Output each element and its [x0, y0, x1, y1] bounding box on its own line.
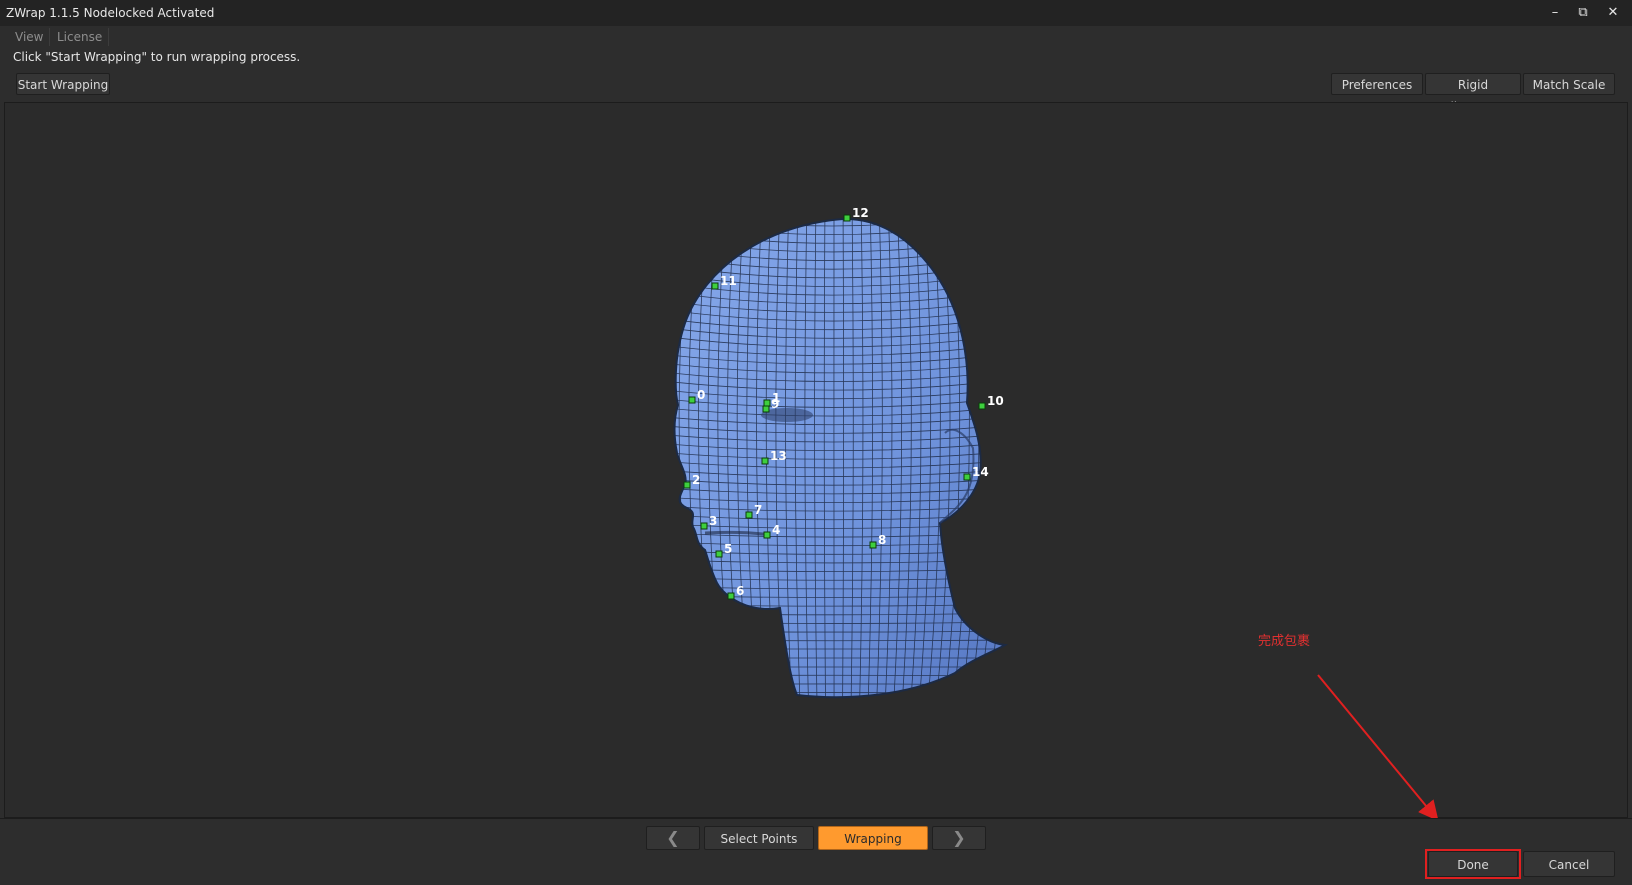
minimize-icon[interactable]: – — [1542, 3, 1568, 23]
annotation-label: 完成包裹 — [1258, 634, 1311, 649]
landmark-label: 12 — [852, 206, 869, 220]
landmark-label: 11 — [720, 274, 737, 288]
landmark-label: 5 — [724, 542, 732, 556]
landmark-label: 6 — [736, 584, 744, 598]
landmark-label: 7 — [754, 503, 762, 517]
head-model: 0 123456789 1011121314 — [673, 206, 1006, 699]
landmark-label: 4 — [772, 523, 780, 537]
landmark-label: 8 — [878, 533, 886, 547]
landmark-label: 10 — [987, 394, 1004, 408]
landmark-label: 9 — [771, 397, 779, 411]
start-wrapping-button[interactable]: Start Wrapping — [16, 73, 110, 95]
close-icon[interactable]: ✕ — [1600, 3, 1626, 23]
bottom-bar — [0, 818, 1632, 885]
landmark-point[interactable]: 12 — [843, 206, 869, 222]
next-step-icon[interactable]: ❯ — [932, 826, 986, 850]
match-scale-button[interactable]: Match Scale — [1523, 73, 1615, 95]
restore-icon[interactable]: ⧉ — [1570, 3, 1596, 23]
preferences-button[interactable]: Preferences — [1331, 73, 1423, 95]
landmark-label: 2 — [692, 473, 700, 487]
landmark-label: 0 — [697, 388, 705, 402]
window-title: ZWrap 1.1.5 Nodelocked Activated — [6, 6, 215, 20]
menu-bar: View License — [0, 26, 1632, 48]
landmark-point[interactable]: 10 — [978, 394, 1004, 410]
previous-step-icon[interactable]: ❮ — [646, 826, 700, 850]
title-bar: ZWrap 1.1.5 Nodelocked Activated – ⧉ ✕ — [0, 0, 1632, 26]
landmark-label: 14 — [972, 465, 989, 479]
step-wrapping[interactable]: Wrapping — [818, 826, 928, 850]
3d-viewport[interactable]: 0 1 2 3 4 5 6 7 8 9 10 11 12 13 14 — [4, 102, 1628, 818]
landmark-label: 13 — [770, 449, 787, 463]
step-select-points[interactable]: Select Points — [704, 826, 814, 850]
landmark-label: 3 — [709, 514, 717, 528]
rigid-alignment-button[interactable]: Rigid Alignment — [1425, 73, 1521, 114]
instruction-text: Click "Start Wrapping" to run wrapping p… — [13, 50, 301, 64]
cancel-button[interactable]: Cancel — [1523, 851, 1615, 877]
menu-license[interactable]: License — [51, 28, 110, 46]
done-highlight-frame — [1425, 849, 1521, 879]
menu-view[interactable]: View — [9, 28, 51, 46]
